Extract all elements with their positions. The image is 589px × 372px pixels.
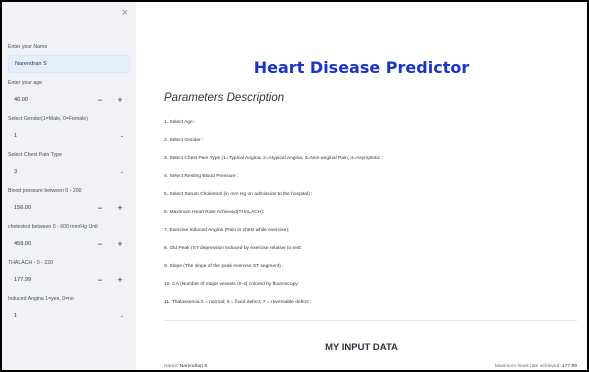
parameters-heading: Parameters Description <box>164 92 285 104</box>
cholestrol-increment-button[interactable]: + <box>110 239 130 249</box>
list-item: 7. Exercise Induced Angina (Pain in ches… <box>164 228 290 233</box>
angina-label: Induced Angina 1=yes, 0=no <box>8 296 74 302</box>
chevron-down-icon: ⌄ <box>119 169 124 175</box>
list-item: 1. Select Age : <box>164 120 196 125</box>
gender-select[interactable]: 1 ⌄ <box>8 127 130 145</box>
name-label: Enter your Name <box>8 44 48 50</box>
cholestrol-decrement-button[interactable]: − <box>90 239 110 249</box>
angina-value: 1 <box>14 313 18 319</box>
thalach-input[interactable]: 177.99 − + <box>8 271 130 289</box>
blood-pressure-value[interactable]: 156.00 <box>8 205 90 211</box>
sidebar: × Enter your Name Narendran S Enter your… <box>2 2 136 370</box>
summary-name-value: Narendran S <box>179 364 208 369</box>
gender-label: Select Gender(1=Male, 0=Female) <box>8 116 88 122</box>
chest-pain-label: Select Chest Pain Type <box>8 152 62 158</box>
thalach-value[interactable]: 177.99 <box>8 277 90 283</box>
age-increment-button[interactable]: + <box>110 95 130 105</box>
parameters-list: 1. Select Age : 2. Select Gender : 3. Se… <box>164 114 564 312</box>
blood-pressure-increment-button[interactable]: + <box>110 203 130 213</box>
gender-value: 1 <box>14 133 18 139</box>
blood-pressure-label: Blood pressure between 0 - 200 <box>8 188 82 194</box>
app-window: × Enter your Name Narendran S Enter your… <box>2 2 587 370</box>
list-item: 3. Select Chest Pain Type (1=Typical Ang… <box>164 156 383 161</box>
thalach-decrement-button[interactable]: − <box>90 275 110 285</box>
list-item: 6. Maximum Heart Rate Achieved(THALACH): <box>164 210 265 215</box>
blood-pressure-input[interactable]: 156.00 − + <box>8 199 130 217</box>
chest-pain-select[interactable]: 3 ⌄ <box>8 163 130 181</box>
angina-select[interactable]: 1 ⌄ <box>8 307 130 325</box>
chevron-down-icon: ⌄ <box>119 133 124 139</box>
cholestrol-label: cholestrol between 0 - 600 mm/Hg Unit <box>8 224 98 230</box>
chevron-down-icon: ⌄ <box>119 313 124 319</box>
thalach-increment-button[interactable]: + <box>110 275 130 285</box>
summary-heart-rate-key: Maximum heart rate achieved: <box>494 364 561 369</box>
summary-heart-rate-value: 177.99 <box>562 364 577 369</box>
list-item: 2. Select Gender : <box>164 138 204 143</box>
list-item: 11. Thalassemia 3 = normal; 6 = fixed de… <box>164 300 312 305</box>
chest-pain-value: 3 <box>14 169 18 175</box>
summary-name-key: Name: <box>164 364 179 369</box>
summary-name: Name: Narendran S <box>164 364 208 369</box>
thalach-label: THALACH - 0 - 220 <box>8 260 53 266</box>
main-content: Heart Disease Predictor Parameters Descr… <box>136 2 587 370</box>
summary-heart-rate: Maximum heart rate achieved: 177.99 <box>495 364 577 369</box>
input-data-heading: MY INPUT DATA <box>325 342 398 353</box>
list-item: 8. Old Peak (ST depression induced by ex… <box>164 246 303 251</box>
summary-row: Name: Narendran S Maximum heart rate ach… <box>164 364 577 369</box>
age-decrement-button[interactable]: − <box>90 95 110 105</box>
list-item: 10. CA (Number of major vessels (0-4) co… <box>164 282 300 287</box>
page-title: Heart Disease Predictor <box>253 58 470 77</box>
cholestrol-value[interactable]: 459.00 <box>8 241 90 247</box>
cholestrol-input[interactable]: 459.00 − + <box>8 235 130 253</box>
list-item: 5. Select Serum Cholestrol (in mm Hg on … <box>164 192 313 197</box>
blood-pressure-decrement-button[interactable]: − <box>90 203 110 213</box>
list-item: 4. Select Resting Blood Pressure : <box>164 174 239 179</box>
name-input[interactable]: Narendran S <box>8 55 130 73</box>
age-value[interactable]: 46.00 <box>8 97 90 103</box>
age-label: Enter your age <box>8 80 43 86</box>
list-item: 9. Slope (The slope of the peak exercise… <box>164 264 284 269</box>
divider <box>164 320 577 321</box>
close-icon[interactable]: × <box>122 8 128 19</box>
age-input[interactable]: 46.00 − + <box>8 91 130 109</box>
